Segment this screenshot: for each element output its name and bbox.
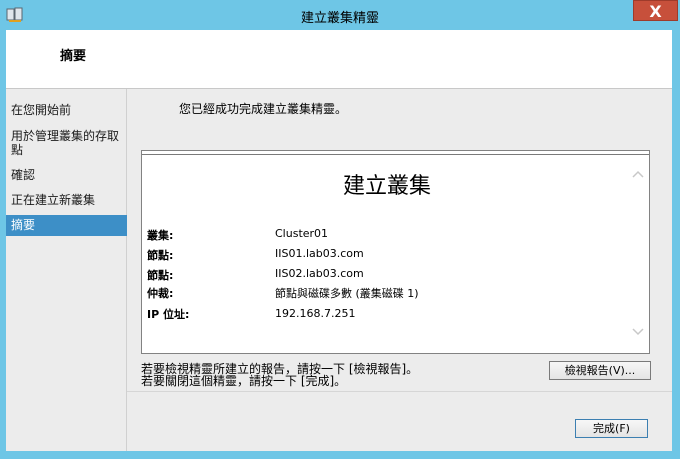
title-bar[interactable]: 建立叢集精靈 X (0, 0, 680, 30)
node1-value: IIS01.lab03.com (275, 247, 364, 260)
page-title: 摘要 (60, 49, 87, 64)
node2-label: 節點: (147, 269, 174, 282)
cluster-value: Cluster01 (275, 227, 329, 240)
window-title: 建立叢集精靈 (300, 11, 379, 26)
finish-button[interactable]: 完成(F) (575, 419, 648, 438)
footer-divider (127, 391, 672, 392)
main-content: 您已經成功完成建立叢集精靈。 建立叢集 叢集: Cluster01 節點: II… (127, 89, 672, 451)
quorum-label: 仲裁: (147, 287, 174, 300)
ip-address-label: IP 位址: (147, 308, 190, 321)
report-top-border (142, 151, 649, 155)
quorum-value: 節點與磁碟多數 (叢集磁碟 1) (275, 287, 419, 300)
header-panel: 摘要 (6, 30, 672, 88)
scroll-down-icon[interactable] (631, 325, 645, 339)
nav-step-summary[interactable]: 摘要 (6, 215, 127, 236)
wizard-steps-sidebar: 在您開始前 用於管理叢集的存取點 確認 正在建立新叢集 摘要 (6, 89, 127, 451)
nav-step-access-point[interactable]: 用於管理叢集的存取點 (6, 129, 127, 157)
report-viewer[interactable]: 建立叢集 叢集: Cluster01 節點: IIS01.lab03.com 節… (141, 150, 650, 354)
nav-step-before-you-begin[interactable]: 在您開始前 (6, 103, 127, 117)
wizard-window: 建立叢集精靈 X 摘要 在您開始前 用於管理叢集的存取點 確認 正在建立新叢集 … (0, 0, 680, 459)
node1-label: 節點: (147, 249, 174, 262)
finish-hint: 若要關閉這個精靈，請按一下 [完成]。 (141, 374, 347, 388)
node2-value: IIS02.lab03.com (275, 267, 364, 280)
nav-step-confirmation[interactable]: 確認 (6, 168, 127, 182)
ip-address-value: 192.168.7.251 (275, 307, 356, 320)
close-button[interactable]: X (633, 0, 678, 21)
view-report-button[interactable]: 檢視報告(V)... (549, 361, 651, 380)
cluster-label: 叢集: (147, 229, 174, 242)
success-message: 您已經成功完成建立叢集精靈。 (179, 102, 348, 116)
nav-step-creating-cluster[interactable]: 正在建立新叢集 (6, 193, 127, 207)
scroll-up-icon[interactable] (631, 167, 645, 181)
report-heading: 建立叢集 (342, 174, 431, 199)
